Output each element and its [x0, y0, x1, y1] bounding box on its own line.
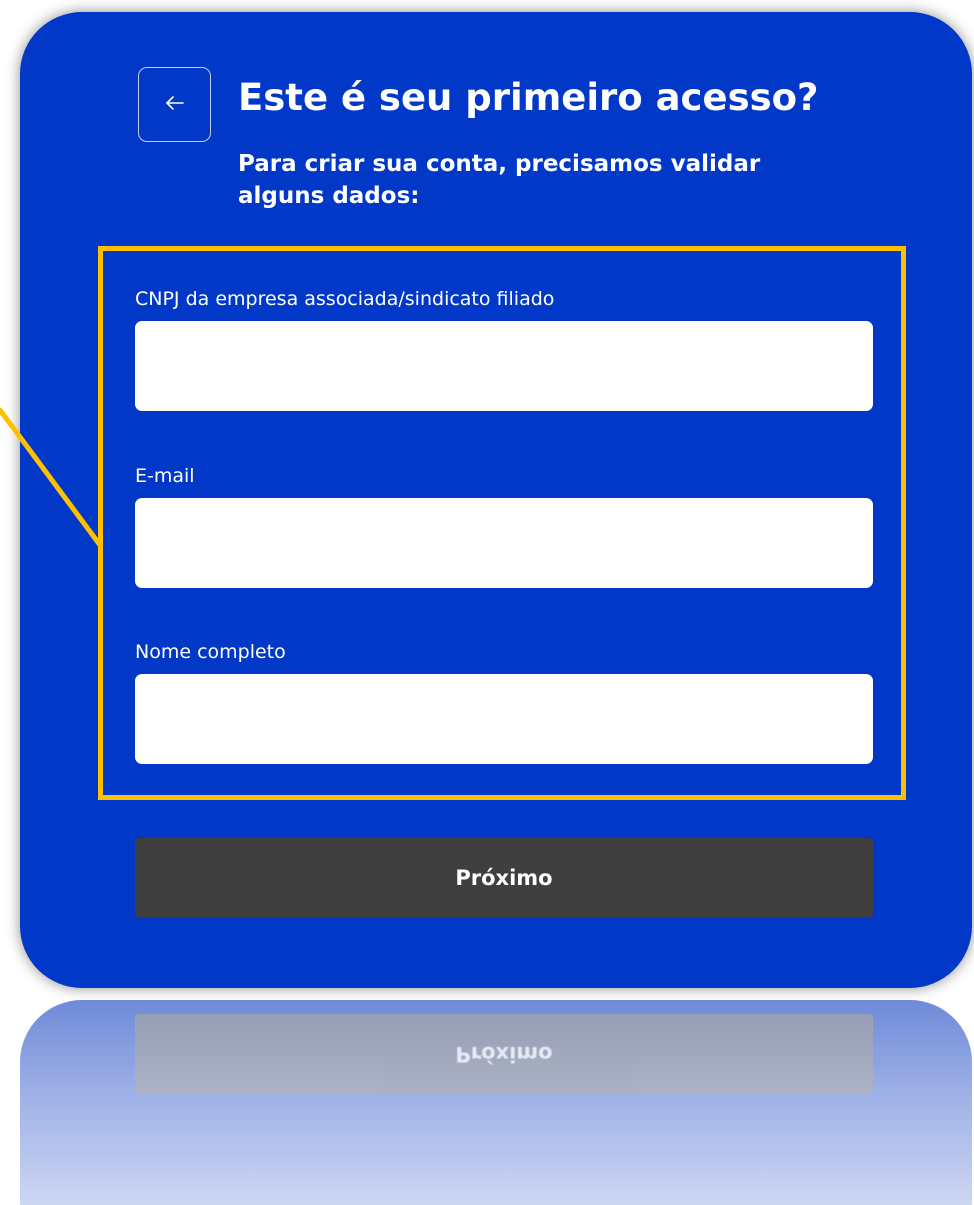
next-button[interactable]: Próximo [135, 838, 873, 918]
cnpj-label: CNPJ da empresa associada/sindicato fili… [135, 288, 555, 310]
next-button-reflection-label: Próximo [455, 1042, 553, 1066]
page-title: Este é seu primeiro acesso? [238, 76, 819, 119]
back-button[interactable] [138, 67, 211, 142]
full-name-label: Nome completo [135, 641, 286, 663]
card-reflection: Próximo [20, 1000, 972, 1205]
full-name-field[interactable] [135, 674, 873, 764]
next-button-label: Próximo [455, 866, 553, 890]
page-subtitle: Para criar sua conta, precisamos validar… [238, 151, 761, 209]
next-button-reflection: Próximo [135, 1014, 873, 1094]
cnpj-field[interactable] [135, 321, 873, 411]
email-field[interactable] [135, 498, 873, 588]
email-label: E-mail [135, 465, 195, 487]
arrow-left-icon [164, 92, 186, 118]
